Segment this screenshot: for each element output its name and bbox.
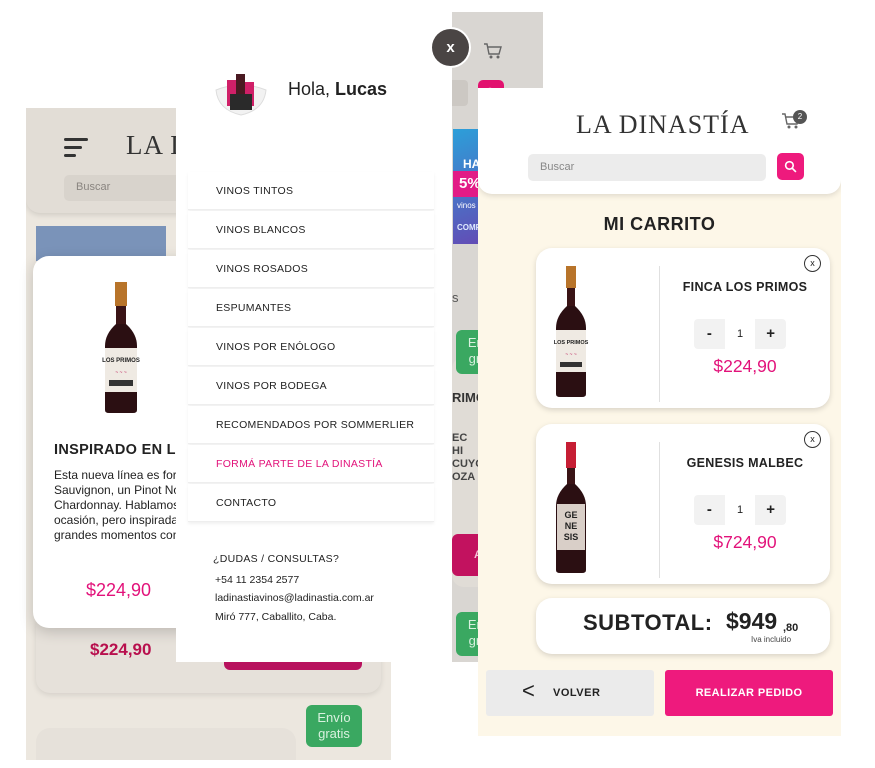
cart-count-badge: 2: [793, 110, 807, 124]
contact-heading: ¿DUDAS / CONSULTAS?: [213, 553, 340, 565]
remove-item-button[interactable]: x: [804, 431, 821, 448]
svg-text:~ ~ ~: ~ ~ ~: [565, 352, 577, 358]
back-button[interactable]: < VOLVER: [486, 670, 654, 716]
svg-text:NE: NE: [565, 521, 578, 531]
search-button[interactable]: [777, 153, 804, 180]
menu-item-forma-parte[interactable]: FORMÁ PARTE DE LA DINASTÍA: [188, 445, 434, 483]
contact-email[interactable]: ladinastiavinos@ladinastia.com.ar: [215, 592, 374, 604]
cart-item: GE NE SIS x GENESIS MALBEC - 1 + $724,90: [536, 424, 830, 584]
cart-item-price: $724,90: [713, 532, 777, 552]
cart-icon[interactable]: [483, 42, 503, 60]
cart-item-name: GENESIS MALBEC: [686, 456, 804, 470]
free-shipping-badge: Envíogratis: [306, 705, 362, 747]
subtotal-amount: $949: [726, 608, 778, 634]
menu-item-vinos-tintos[interactable]: VINOS TINTOS: [188, 172, 434, 210]
greeting: Hola, Lucas: [288, 79, 388, 99]
wine-bottle-image: LOS PRIMOS ~ ~ ~: [102, 282, 140, 413]
increment-button[interactable]: +: [755, 495, 786, 525]
menu-item-vinos-blancos[interactable]: VINOS BLANCOS: [188, 211, 434, 249]
cart-screen: LA DINASTÍA 2 Buscar MI CARRITO LOS PRIM…: [478, 88, 841, 736]
subtotal-cents: ,80: [783, 622, 799, 634]
arrow-left-icon: <: [522, 678, 535, 703]
svg-text:~ ~ ~: ~ ~ ~: [115, 370, 127, 376]
increment-button[interactable]: +: [755, 319, 786, 349]
menu-item-vinos-por-enologo[interactable]: VINOS POR ENÓLOGO: [188, 328, 434, 366]
search-icon: [784, 160, 797, 173]
wine-bottle-image: LOS PRIMOS ~ ~ ~: [554, 266, 589, 397]
product-price: $224,90: [86, 580, 152, 600]
svg-text:LOS PRIMOS: LOS PRIMOS: [102, 358, 140, 364]
side-menu: Hola, Lucas VINOS TINTOS VINOS BLANCOS V…: [176, 12, 452, 662]
cart-item-price: $224,90: [713, 356, 777, 376]
cart-item-name: FINCA LOS PRIMOS: [682, 280, 808, 294]
quantity-field[interactable]: 1: [724, 319, 756, 349]
menu-item-vinos-rosados[interactable]: VINOS ROSADOS: [188, 250, 434, 288]
quantity-field[interactable]: 1: [724, 495, 756, 525]
back-button-label: VOLVER: [553, 687, 601, 699]
remove-item-button[interactable]: x: [804, 255, 821, 272]
decrement-button[interactable]: -: [694, 495, 725, 525]
subtotal-label: SUBTOTAL:: [583, 610, 713, 635]
place-order-button[interactable]: REALIZAR PEDIDO: [665, 670, 833, 716]
brand-logo-icon: [215, 74, 267, 116]
contact-phone[interactable]: +54 11 2354 2577: [215, 574, 299, 586]
menu-item-vinos-por-bodega[interactable]: VINOS POR BODEGA: [188, 367, 434, 405]
header: LA DINASTÍA 2 Buscar: [478, 88, 841, 194]
menu-item-contacto[interactable]: CONTACTO: [188, 484, 434, 522]
product-price: $224,90: [90, 640, 152, 659]
quantity-stepper: - 1 +: [694, 319, 786, 349]
contact-address: Miró 777, Caballito, Caba.: [215, 611, 337, 623]
page-title: MI CARRITO: [603, 214, 716, 234]
brand-logo: LA DINASTÍA: [576, 110, 750, 139]
menu-item-recomendados[interactable]: RECOMENDADOS POR SOMMERLIER: [188, 406, 434, 444]
svg-text:SIS: SIS: [564, 532, 579, 542]
search-input[interactable]: Buscar: [528, 154, 766, 181]
tax-note: Iva incluido: [751, 635, 792, 644]
menu-item-espumantes[interactable]: ESPUMANTES: [188, 289, 434, 327]
product-card[interactable]: [36, 728, 296, 760]
subtotal-box: SUBTOTAL: $949 ,80 Iva incluido: [536, 598, 830, 654]
svg-text:LOS PRIMOS: LOS PRIMOS: [554, 340, 589, 346]
cart-item: LOS PRIMOS ~ ~ ~ x FINCA LOS PRIMOS - 1 …: [536, 248, 830, 408]
quantity-stepper: - 1 +: [694, 495, 786, 525]
decrement-button[interactable]: -: [694, 319, 725, 349]
menu-icon[interactable]: [64, 138, 88, 162]
close-menu-button[interactable]: x: [432, 29, 469, 66]
section-heading: s: [452, 290, 459, 305]
svg-text:GE: GE: [564, 510, 577, 520]
wine-bottle-image: GE NE SIS: [556, 442, 586, 573]
